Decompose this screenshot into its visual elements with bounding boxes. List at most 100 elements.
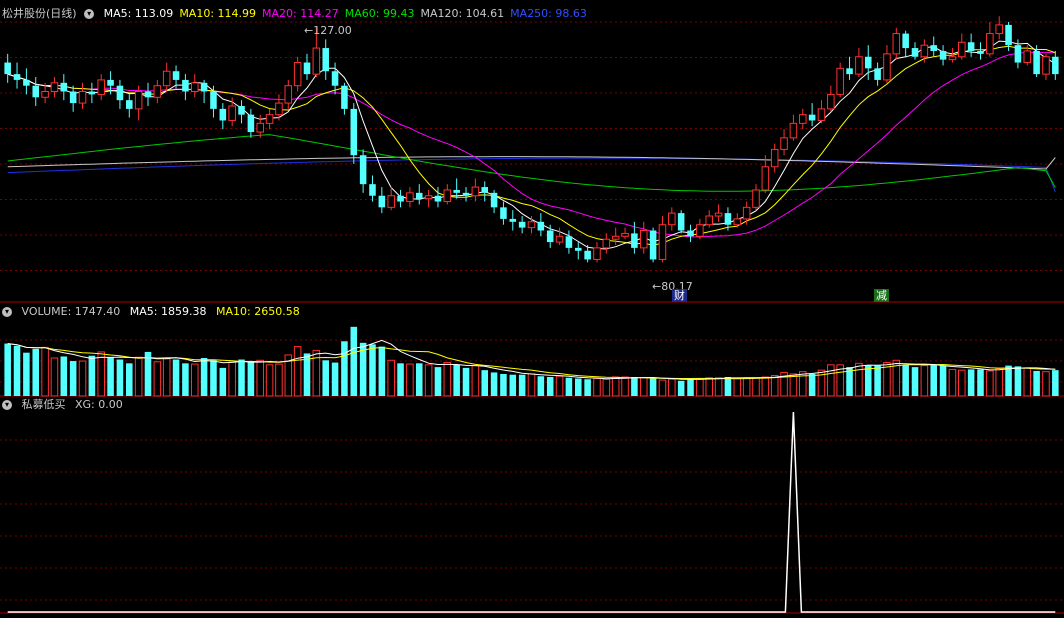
volume-bar-down [677, 380, 685, 396]
candle-body-down [303, 62, 311, 75]
volume-bar-up [593, 378, 601, 397]
volume-bar-down [687, 378, 694, 396]
candle-body-down [126, 100, 133, 109]
candle-body-up [134, 91, 143, 110]
ma-indicator-3: MA60: 99.43 [344, 7, 415, 20]
stock-chart-window: { "price_panel": { "title": "松井股份(日线)", … [0, 0, 1064, 618]
indicator-xg-value: XG: 0.00 [75, 398, 123, 411]
volume-ma10-value: MA10: 2650.58 [215, 305, 300, 318]
volume-bar-up [752, 377, 760, 397]
candle-body-down [546, 230, 554, 243]
price-panel-toggle-icon[interactable]: ▾ [84, 9, 95, 19]
volume-bar-up [761, 376, 770, 397]
candle-body-up [50, 82, 59, 92]
candle-body-down [172, 71, 180, 80]
ma-indicator-5: MA250: 98.63 [510, 7, 587, 20]
candle-body-down [911, 48, 919, 57]
candle-body-up [714, 212, 723, 217]
candle-body-up [948, 56, 957, 61]
candle-body-down [341, 85, 348, 109]
volume-bar-down [631, 377, 638, 396]
volume-bar-down [967, 369, 975, 396]
volume-bar-down [584, 379, 591, 396]
reduction-event-marker[interactable]: 减 [874, 289, 889, 302]
candle-body-up [555, 235, 564, 243]
volume-bar-up [256, 359, 265, 397]
candle-body-up [256, 122, 265, 133]
volume-bar-up [153, 361, 162, 397]
volume-bar-down [565, 377, 573, 396]
candle-body-up [443, 189, 452, 203]
candle-body-down [967, 42, 975, 51]
candle-body-up [593, 247, 601, 260]
candle-body-down [1052, 56, 1059, 75]
high-price-label: 127.00 [313, 24, 352, 37]
volume-bar-up [639, 377, 648, 397]
finance-event-marker[interactable]: 财 [672, 289, 687, 302]
volume-bar-down [1033, 370, 1040, 396]
candle-body-down [219, 108, 227, 121]
candle-body-down [4, 62, 11, 75]
candle-body-up [780, 137, 788, 150]
volume-bar-up [1042, 371, 1050, 397]
volume-bar-down [724, 377, 732, 396]
volume-bar-down [13, 345, 21, 396]
candle-body-up [668, 212, 676, 226]
candle-body-down [500, 207, 507, 219]
candle-body-down [874, 68, 881, 80]
volume-bar-down [462, 367, 470, 396]
candle-body-down [1005, 24, 1012, 46]
volume-bar-down [649, 378, 657, 396]
volume-bar-up [443, 362, 452, 397]
candle-body-down [322, 48, 329, 72]
volume-bar-down [331, 362, 339, 396]
candle-body-down [359, 155, 367, 185]
volume-bar-down [350, 326, 358, 396]
volume-panel-toggle-icon[interactable]: ▾ [2, 307, 12, 317]
indicator-title: 私募低买 [21, 398, 66, 411]
candle-body-down [864, 56, 872, 69]
volume-bar-down [518, 374, 526, 396]
candle-body-down [518, 221, 526, 228]
volume-bar-up [817, 369, 826, 397]
candle-body-down [724, 213, 732, 225]
candle-body-down [247, 114, 255, 133]
candle-body-up [733, 218, 742, 226]
candle-body-up [836, 67, 844, 95]
candle-body-up [817, 108, 826, 121]
candle-body-down [60, 82, 68, 92]
candle-body-down [490, 192, 498, 208]
volume-bar-down [930, 364, 937, 396]
candle-body-down [509, 218, 517, 222]
ma-indicator-list: MA5: 113.09 MA10: 114.99 MA20: 114.27 MA60:… [104, 7, 593, 20]
volume-bar-down [4, 343, 11, 396]
candle-body-up [527, 221, 536, 229]
volume-bar-down [490, 372, 498, 396]
candle-body-down [649, 230, 657, 260]
indicator-panel-toggle-icon[interactable]: ▾ [2, 400, 12, 410]
candle-body-down [88, 91, 96, 95]
candle-body-down [565, 236, 573, 248]
candle-body-down [350, 108, 358, 156]
ma-indicator-1: MA10: 114.99 [179, 7, 257, 20]
candle-body-down [902, 33, 909, 49]
candle-body-up [1042, 56, 1050, 75]
xg-signal-line [7, 411, 1056, 613]
candle-body-down [687, 230, 694, 237]
volume-bar-up [527, 373, 536, 397]
volume-bar-down [1005, 365, 1012, 396]
volume-bar-down [397, 363, 404, 396]
candle-body-up [752, 189, 760, 208]
candle-body-up [892, 33, 901, 55]
volume-bar-down [116, 359, 124, 396]
volume-bar-up [611, 376, 620, 397]
volume-bar-down [415, 363, 423, 396]
volume-bar-down [500, 373, 507, 396]
candle-body-up [41, 91, 49, 98]
candle-body-down [182, 79, 189, 92]
volume-bar-down [977, 369, 984, 396]
volume-bar-down [238, 359, 245, 396]
candle-body-down [434, 195, 442, 202]
volume-bar-up [406, 363, 414, 397]
candle-body-down [939, 50, 947, 60]
